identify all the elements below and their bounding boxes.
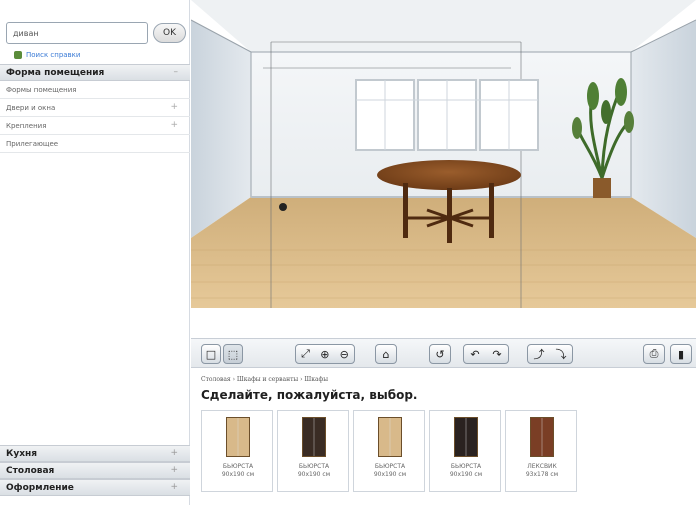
sidebar-item-label: Прилегающее: [6, 140, 59, 148]
cabinet-icon: [530, 417, 554, 457]
collapse-icon: –: [173, 67, 179, 77]
product-size: 90x190 см: [373, 471, 407, 478]
sidebar-item-mountings[interactable]: Крепления +: [0, 117, 190, 135]
product-name: БЬЮРСТА: [298, 463, 330, 470]
zoom-group: ⤢ ⊕ ⊖: [295, 344, 355, 364]
tilt-group: ⤴ ⤵: [527, 344, 573, 364]
delete-icon: ▮: [677, 347, 685, 361]
orbit-left-icon[interactable]: ↶: [470, 348, 479, 361]
rotate-icon: ↺: [435, 347, 445, 361]
sidebar-item-room-shapes[interactable]: Формы помещения: [0, 81, 190, 99]
wardrobe-icon: [226, 417, 250, 457]
section-label: Оформление: [6, 483, 74, 493]
tilt-up-icon[interactable]: ⤴: [534, 346, 545, 362]
section-room-shape[interactable]: Форма помещения –: [0, 64, 190, 81]
3d-view-button[interactable]: ⬚: [223, 344, 243, 364]
section-kitchen[interactable]: Кухня +: [0, 445, 190, 462]
print-button[interactable]: ⎙: [643, 344, 665, 364]
orbit-group: ↶ ↷: [463, 344, 509, 364]
zoom-in-icon[interactable]: ⊕: [320, 348, 329, 361]
fit-view-icon[interactable]: ⤢: [301, 347, 310, 361]
sidebar-item-label: Крепления: [6, 122, 47, 130]
sidebar: OK Поиск справки Форма помещения – Формы…: [0, 0, 190, 505]
window-group: [355, 79, 539, 151]
product-name: БЬЮРСТА: [374, 463, 406, 470]
help-link[interactable]: Поиск справки: [14, 51, 80, 59]
2d-view-button[interactable]: □: [201, 344, 221, 364]
wardrobe-icon: [302, 417, 326, 457]
section-label: Кухня: [6, 449, 38, 459]
product-card[interactable]: БЬЮРСТА 90x190 см: [201, 410, 273, 492]
product-name: ЛЕКСВИК: [527, 463, 557, 470]
breadcrumb[interactable]: Столовая › Шкафы и серванты › Шкафы: [201, 376, 328, 383]
product-card[interactable]: БЬЮРСТА 90x190 см: [429, 410, 501, 492]
ok-button[interactable]: OK: [153, 23, 186, 43]
section-room-shape-label: Форма помещения: [6, 68, 105, 78]
expand-icon: +: [170, 482, 178, 492]
help-link-label: Поиск справки: [26, 51, 81, 59]
sidebar-item-adjacent[interactable]: Прилегающее: [0, 135, 190, 153]
expand-icon: +: [170, 448, 178, 458]
wardrobe-icon: [378, 417, 402, 457]
rotate-button[interactable]: ↺: [429, 344, 451, 364]
product-card[interactable]: ЛЕКСВИК 93x178 см: [505, 410, 577, 492]
2d-view-icon: □: [205, 347, 217, 361]
help-icon: [14, 51, 22, 59]
room-render: [191, 0, 696, 338]
sidebar-item-label: Формы помещения: [6, 86, 77, 94]
expand-icon: +: [170, 465, 178, 475]
zoom-out-icon[interactable]: ⊖: [340, 348, 349, 361]
delete-button[interactable]: ▮: [670, 344, 692, 364]
expand-icon: +: [170, 102, 178, 112]
product-card[interactable]: БЬЮРСТА 90x190 см: [353, 410, 425, 492]
wardrobe-icon: [454, 417, 478, 457]
product-card[interactable]: БЬЮРСТА 90x190 см: [277, 410, 349, 492]
product-size: 90x190 см: [297, 471, 331, 478]
view-toolbar: □ ⬚ ⤢ ⊕ ⊖ ⌂ ↺ ↶ ↷ ⤴ ⤵ ⎙ ▮: [191, 338, 696, 368]
sidebar-item-doors-windows[interactable]: Двери и окна +: [0, 99, 190, 117]
print-icon: ⎙: [649, 347, 659, 360]
tilt-down-icon[interactable]: ⤵: [556, 346, 567, 362]
orbit-right-icon[interactable]: ↷: [492, 348, 501, 361]
walk-icon: ⌂: [382, 347, 390, 361]
product-size: 93x178 см: [525, 471, 559, 478]
catalog-title: Сделайте, пожалуйста, выбор.: [201, 388, 418, 402]
product-size: 90x190 см: [221, 471, 255, 478]
product-name: БЬЮРСТА: [450, 463, 482, 470]
section-dining-room[interactable]: Столовая +: [0, 462, 190, 479]
floor: [191, 197, 696, 308]
product-size: 90x190 см: [449, 471, 483, 478]
3d-view-icon: ⬚: [227, 347, 239, 361]
section-decor[interactable]: Оформление +: [0, 479, 190, 496]
product-name: БЬЮРСТА: [222, 463, 254, 470]
expand-icon: +: [170, 120, 178, 130]
ceiling: [191, 0, 696, 52]
cursor-marker: [279, 203, 287, 211]
search-input[interactable]: [6, 22, 148, 44]
sidebar-item-label: Двери и окна: [6, 104, 56, 112]
3d-room-viewport[interactable]: [191, 0, 696, 338]
walk-button[interactable]: ⌂: [375, 344, 397, 364]
section-label: Столовая: [6, 466, 55, 476]
product-catalog: Столовая › Шкафы и серванты › Шкафы Сдел…: [191, 368, 696, 505]
search-row: OK: [6, 22, 188, 46]
